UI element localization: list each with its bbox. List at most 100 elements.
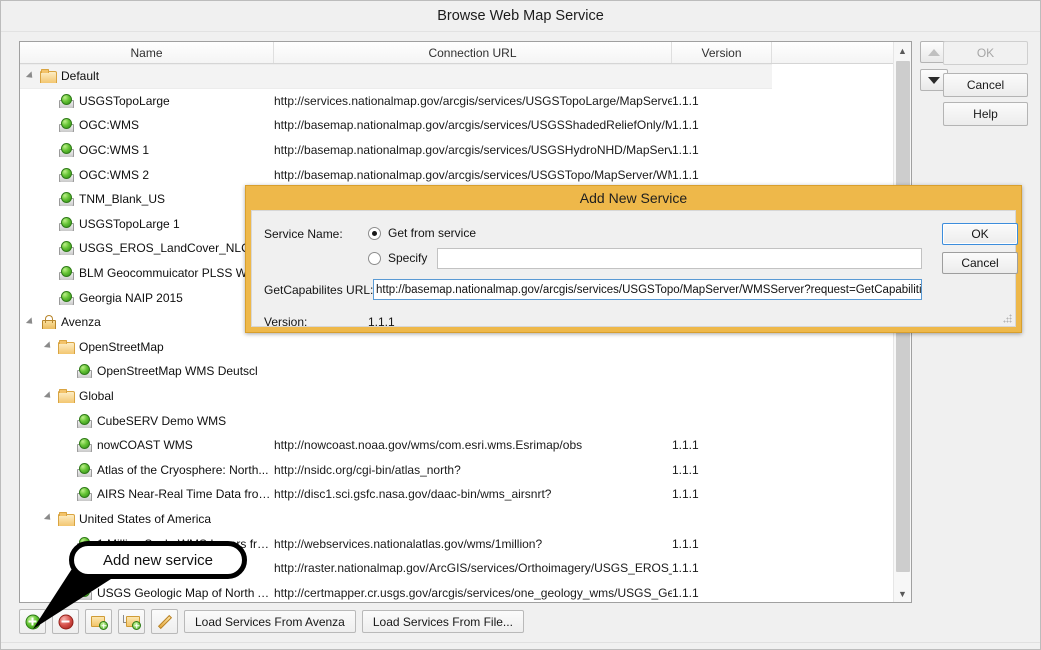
row-label: USGS_EROS_LandCover_NLCD — [79, 241, 259, 256]
service-name-label: Service Name: — [264, 227, 343, 241]
row-version-cell: 1.1.1 — [672, 585, 699, 600]
browse-web-map-service-window: Browse Web Map Service Name Connection U… — [0, 0, 1041, 650]
callout-text: Add new service — [69, 541, 247, 579]
table-row[interactable]: United States of America — [20, 507, 894, 532]
row-label: AIRS Near-Real Time Data from... — [97, 487, 274, 502]
service-icon — [76, 364, 92, 379]
table-row[interactable]: OGC:WMS http://basemap.nationalmap.gov/ar… — [20, 113, 894, 138]
row-label: OpenStreetMap — [79, 339, 164, 354]
service-icon — [58, 266, 74, 281]
row-name-cell: CubeSERV Demo WMS — [20, 413, 274, 428]
row-label: Avenza — [61, 315, 101, 330]
row-label: Georgia NAIP 2015 — [79, 290, 183, 305]
expand-collapse-icon[interactable] — [26, 317, 37, 328]
table-row[interactable]: USGS Geologic Map of North A... http://ce… — [20, 580, 894, 602]
service-icon — [58, 241, 74, 256]
load-services-from-avenza-button[interactable]: Load Services From Avenza — [184, 610, 356, 633]
triangle-down-icon — [928, 76, 940, 84]
service-icon — [76, 462, 92, 477]
row-name-cell: OGC:WMS 1 — [20, 143, 274, 158]
row-url-cell: http://disc1.sci.gsfc.nasa.gov/daac-bin/… — [274, 487, 552, 502]
dialog-ok-button[interactable]: OK — [942, 223, 1018, 245]
getcapabilities-url-input[interactable]: http://basemap.nationalmap.gov/arcgis/se… — [373, 279, 922, 300]
service-icon — [58, 118, 74, 133]
row-url-cell: http://basemap.nationalmap.gov/arcgis/se… — [274, 118, 672, 133]
table-row[interactable]: CubeSERV Demo WMS — [20, 408, 894, 433]
row-url-cell: http://services.nationalmap.gov/arcgis/s… — [274, 93, 672, 108]
row-name-cell: Atlas of the Cryosphere: North... — [20, 462, 274, 477]
specify-label: Specify — [388, 251, 428, 265]
row-label: TNM_Blank_US — [79, 192, 166, 207]
specify-input[interactable] — [437, 248, 922, 269]
row-label: BLM Geocommuicator PLSS WMS — [79, 266, 266, 281]
ok-button[interactable]: OK — [943, 41, 1028, 65]
row-version-cell: 1.1.1 — [672, 536, 699, 551]
expand-collapse-icon[interactable] — [44, 513, 55, 524]
table-row[interactable]: AIRS Near-Real Time Data from... http://d… — [20, 482, 894, 507]
row-name-cell: Default — [20, 69, 274, 84]
row-label: Default — [61, 69, 100, 84]
cancel-button[interactable]: Cancel — [943, 73, 1028, 97]
expand-collapse-icon[interactable] — [26, 71, 37, 82]
table-row[interactable]: Global — [20, 384, 894, 409]
help-button[interactable]: Help — [943, 102, 1028, 126]
column-header-url[interactable]: Connection URL — [274, 42, 672, 63]
status-divider — [1, 642, 1040, 643]
row-version-cell: 1.1.1 — [672, 93, 699, 108]
row-name-cell: OpenStreetMap — [20, 339, 274, 354]
row-label: Atlas of the Cryosphere: North... — [97, 462, 269, 477]
edit-button[interactable] — [151, 609, 178, 634]
resize-grip-icon[interactable] — [1003, 314, 1012, 323]
specify-radio[interactable]: Specify — [368, 251, 427, 265]
window-title: Browse Web Map Service — [437, 8, 604, 24]
service-icon — [76, 413, 92, 428]
callout-annotation: Add new service — [69, 541, 247, 579]
row-name-cell: TNM_Blank_US — [20, 192, 274, 207]
service-icon — [58, 216, 74, 231]
get-from-service-radio[interactable]: Get from service — [368, 226, 476, 240]
column-header-name[interactable]: Name — [20, 42, 274, 63]
plus-badge-icon — [132, 621, 141, 630]
folder-icon — [40, 69, 57, 84]
scroll-down-icon[interactable]: ▼ — [894, 585, 911, 602]
get-from-service-label: Get from service — [388, 226, 477, 240]
row-label: OpenStreetMap WMS Deutscl — [97, 364, 258, 379]
services-tree[interactable]: Default USGSTopoLarge http://services.nati… — [20, 64, 894, 602]
row-url-cell: http://basemap.nationalmap.gov/arcgis/se… — [274, 167, 672, 182]
row-label: Global — [79, 389, 114, 404]
row-label: USGSTopoLarge 1 — [79, 216, 180, 231]
row-version-cell: 1.1.1 — [672, 561, 699, 576]
row-url-cell: http://nowcoast.noaa.gov/wms/com.esri.wm… — [274, 438, 583, 453]
row-url-cell: http://basemap.nationalmap.gov/arcgis/se… — [274, 143, 672, 158]
service-icon — [58, 167, 74, 182]
row-version-cell: 1.1.1 — [672, 118, 699, 133]
dialog-cancel-button[interactable]: Cancel — [942, 252, 1018, 274]
table-row[interactable]: OGC:WMS 2 http://basemap.nationalmap.gov/… — [20, 162, 894, 187]
service-icon — [76, 438, 92, 453]
row-version-cell: 1.1.1 — [672, 438, 699, 453]
lock-icon — [40, 315, 56, 330]
table-row[interactable]: OpenStreetMap — [20, 335, 894, 360]
row-name-cell: USGSTopoLarge 1 — [20, 216, 274, 231]
table-row[interactable]: Default — [20, 64, 772, 89]
load-services-from-file-button[interactable]: Load Services From File... — [361, 610, 524, 633]
table-row[interactable]: USGSTopoLarge http://services.nationalmap… — [20, 89, 894, 114]
row-label: OGC:WMS 1 — [79, 143, 150, 158]
version-label: Version: — [264, 315, 308, 329]
column-header-version[interactable]: Version — [672, 42, 772, 63]
column-header-row: Name Connection URL Version — [20, 42, 911, 64]
expand-collapse-icon[interactable] — [44, 391, 55, 402]
folder-icon — [58, 339, 75, 354]
table-row[interactable]: Atlas of the Cryosphere: North... http://… — [20, 458, 894, 483]
folder-icon — [58, 389, 75, 404]
row-name-cell: Global — [20, 389, 274, 404]
right-button-column: OK Cancel Help — [916, 41, 1028, 126]
expand-collapse-icon[interactable] — [44, 341, 55, 352]
table-row[interactable]: OGC:WMS 1 http://basemap.nationalmap.gov/… — [20, 138, 894, 163]
scroll-up-icon[interactable]: ▲ — [894, 42, 911, 59]
row-label: nowCOAST WMS — [97, 438, 193, 453]
row-label: OGC:WMS — [79, 118, 139, 133]
table-row[interactable]: nowCOAST WMS http://nowcoast.noaa.gov/wms… — [20, 433, 894, 458]
radio-selected-icon — [368, 226, 381, 240]
table-row[interactable]: OpenStreetMap WMS Deutscl — [20, 359, 894, 384]
